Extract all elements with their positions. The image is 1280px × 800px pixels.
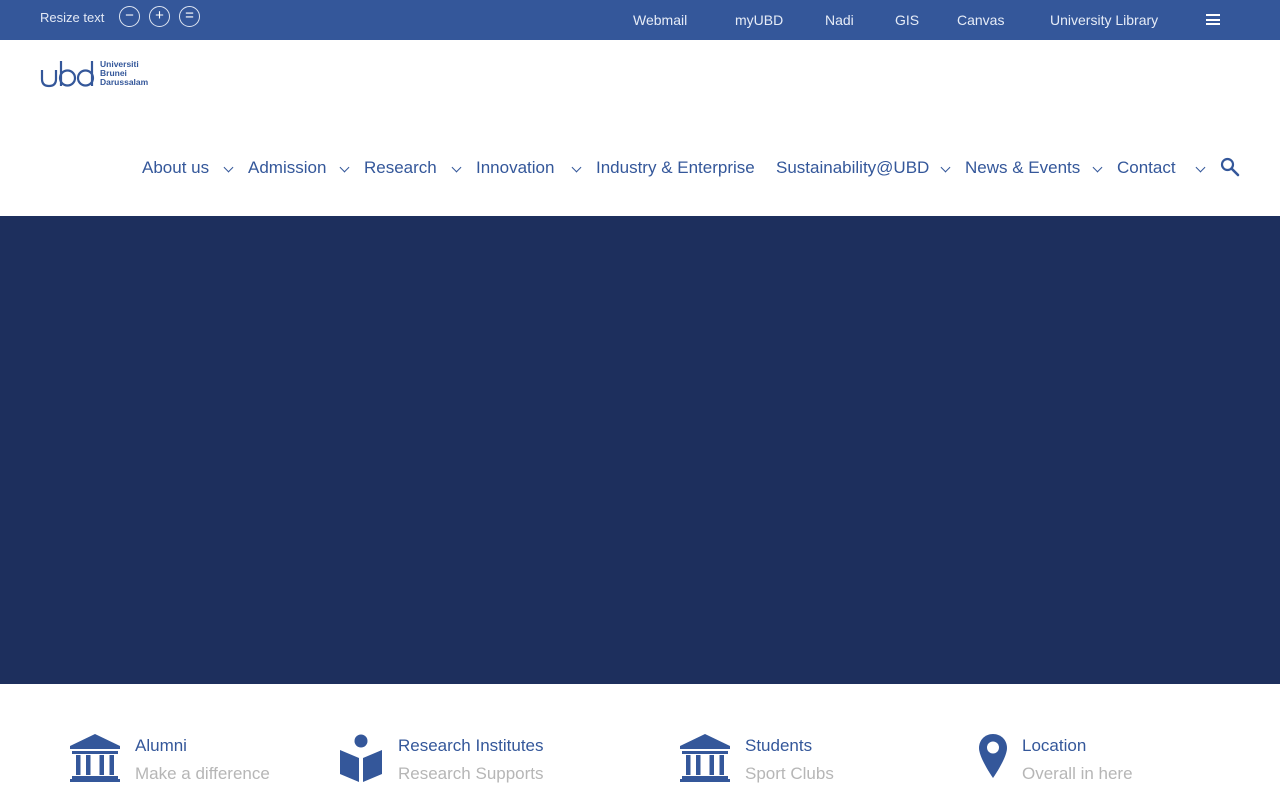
quick-links-bar: Alumni Make a difference Research Instit… [0,684,1280,800]
chevron-down-icon[interactable] [940,162,951,173]
ubd-logo[interactable]: Universiti Brunei Darussalam [40,59,162,89]
chevron-down-icon[interactable] [339,162,350,173]
quick-link-alumni-subtitle[interactable]: Make a difference [135,764,270,784]
quick-link-research-supports[interactable]: Research Supports [398,764,544,784]
increase-text-button[interactable]: + [149,6,170,27]
nav-news-events[interactable]: News & Events [965,158,1080,178]
quick-link-sport-clubs[interactable]: Sport Clubs [745,764,834,784]
institution-icon [680,734,730,782]
hero-banner [0,216,1280,684]
search-icon[interactable] [1220,157,1240,177]
chevron-down-icon[interactable] [1195,162,1206,173]
chevron-down-icon[interactable] [451,162,462,173]
top-link-webmail[interactable]: Webmail [633,12,687,28]
nav-research[interactable]: Research [364,158,437,178]
nav-contact[interactable]: Contact [1117,158,1176,178]
map-marker-icon [979,734,1007,778]
quick-link-location-subtitle[interactable]: Overall in here [1022,764,1133,784]
quick-link-research-institutes[interactable]: Research Institutes [398,736,544,756]
reset-text-button[interactable]: = [179,6,200,27]
reading-icon [340,734,382,782]
top-utility-bar: Resize text − + = Webmail myUBD Nadi GIS… [0,0,1280,40]
quick-link-alumni[interactable]: Alumni [135,736,187,756]
hamburger-menu-icon[interactable] [1206,14,1220,25]
nav-industry-enterprise[interactable]: Industry & Enterprise [596,158,755,178]
ubd-logo-mark: Universiti Brunei Darussalam [40,59,149,88]
chevron-down-icon[interactable] [223,162,234,173]
top-link-canvas[interactable]: Canvas [957,12,1004,28]
quick-link-students[interactable]: Students [745,736,812,756]
nav-innovation[interactable]: Innovation [476,158,554,178]
top-link-gis[interactable]: GIS [895,12,919,28]
nav-about-us[interactable]: About us [142,158,209,178]
institution-icon [70,734,120,782]
top-link-nadi[interactable]: Nadi [825,12,854,28]
resize-text-label: Resize text [40,10,105,25]
chevron-down-icon[interactable] [571,162,582,173]
decrease-text-button[interactable]: − [119,6,140,27]
logo-line-3: Darussalam [100,77,149,87]
nav-sustainability[interactable]: Sustainability@UBD [776,158,929,178]
chevron-down-icon[interactable] [1092,162,1103,173]
top-link-myubd[interactable]: myUBD [735,12,783,28]
quick-link-location[interactable]: Location [1022,736,1086,756]
site-header: Universiti Brunei Darussalam About us Ad… [0,40,1280,216]
nav-admission[interactable]: Admission [248,158,326,178]
top-link-university-library[interactable]: University Library [1050,12,1158,28]
